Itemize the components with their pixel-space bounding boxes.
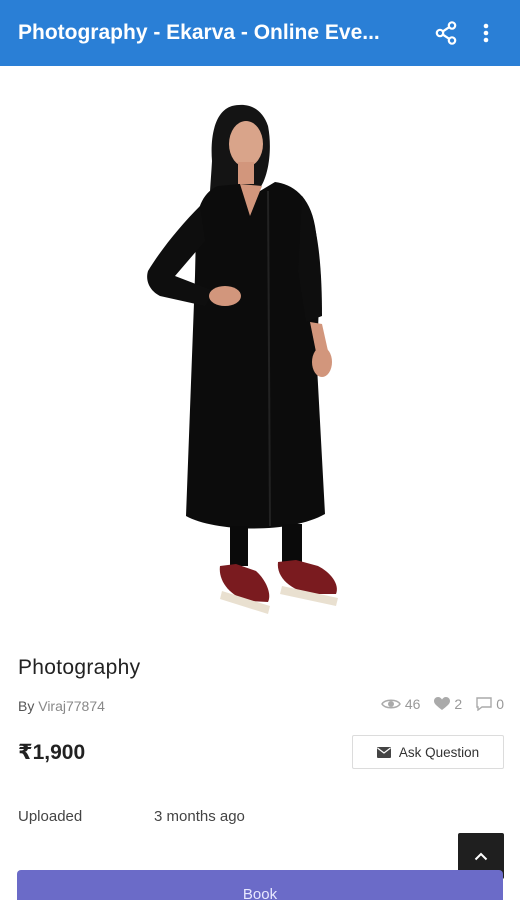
- uploaded-value: 3 months ago: [154, 808, 245, 825]
- comment-icon: [476, 697, 492, 711]
- comments-count: 0: [496, 696, 504, 712]
- app-bar: Photography - Ekarva - Online Eve...: [0, 0, 520, 66]
- share-button[interactable]: [426, 13, 466, 53]
- more-vert-icon: [483, 23, 489, 43]
- page-title: Photography - Ekarva - Online Eve...: [18, 21, 380, 44]
- likes-count: 2: [454, 696, 463, 712]
- product-title: Photography: [18, 656, 141, 679]
- comments-stat[interactable]: 0: [476, 696, 504, 712]
- eye-icon: [380, 699, 401, 709]
- share-icon: [435, 21, 457, 45]
- uploaded-row: Uploaded 3 months ago: [18, 808, 245, 825]
- uploaded-label: Uploaded: [18, 808, 83, 825]
- views-stat: 46: [380, 696, 421, 712]
- product-photo: [147, 104, 338, 614]
- seller-byline: By Viraj77874: [18, 698, 105, 714]
- ask-question-label: Ask Question: [398, 744, 480, 760]
- envelope-icon: [376, 746, 391, 758]
- product-image[interactable]: [0, 66, 520, 626]
- views-count: 46: [404, 696, 421, 712]
- likes-stat[interactable]: 2: [434, 696, 462, 712]
- product-stats: 46 2 0: [380, 696, 504, 712]
- more-options-button[interactable]: [466, 13, 506, 53]
- book-label: Book: [242, 886, 278, 900]
- ask-question-button[interactable]: Ask Question: [352, 735, 504, 769]
- heart-icon: [434, 697, 451, 710]
- product-price: ₹1,900: [18, 741, 86, 764]
- by-prefix: By: [18, 698, 35, 714]
- book-button[interactable]: Book: [17, 870, 503, 900]
- seller-link[interactable]: Viraj77874: [38, 698, 105, 714]
- chevron-up-icon: [474, 852, 488, 860]
